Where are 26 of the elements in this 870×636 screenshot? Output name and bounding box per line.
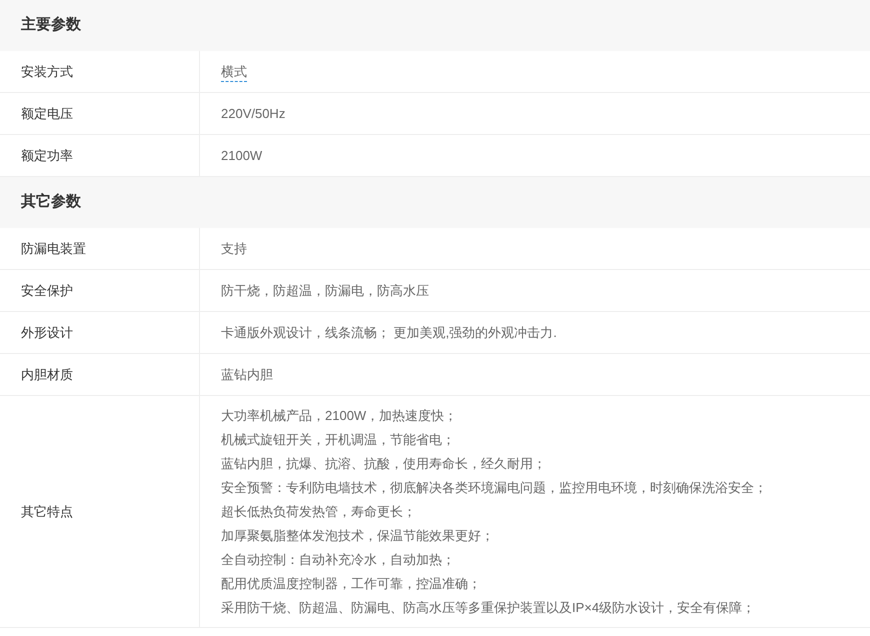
param-label: 其它特点	[21, 502, 73, 521]
param-value: 全自动控制：自动补充冷水，自动加热；	[221, 551, 456, 569]
section-title: 其它参数	[21, 192, 81, 212]
param-value: 配用优质温度控制器，工作可靠，控温准确；	[221, 575, 482, 593]
param-value: 220V/50Hz	[221, 105, 286, 123]
param-label: 内胆材质	[21, 366, 73, 384]
param-value: 超长低热负荷发热管，寿命更长；	[221, 503, 417, 521]
param-label: 外形设计	[21, 324, 73, 342]
param-label: 防漏电装置	[21, 240, 86, 258]
param-value: 2100W	[221, 147, 264, 165]
param-value: 蓝钻内胆，抗爆、抗溶、抗酸，使用寿命长，经久耐用；	[221, 455, 547, 473]
section-title: 主要参数	[21, 14, 81, 36]
param-value: 支持	[221, 240, 248, 258]
param-value: 机械式旋钮开关，开机调温，节能省电；	[221, 431, 456, 449]
param-value: 蓝钻内胆	[221, 366, 274, 384]
param-value: 防干烧，防超温，防漏电，防高水压	[221, 282, 430, 300]
param-value: 加厚聚氨脂整体发泡技术，保温节能效果更好；	[221, 527, 495, 545]
tooltip-term[interactable]: 横式	[221, 62, 247, 82]
param-label: 安装方式	[21, 62, 73, 81]
param-value: 安全预警：专利防电墙技术，彻底解决各类环境漏电问题，监控用电环境，时刻确保洗浴安全；	[221, 479, 768, 497]
param-value: 采用防干烧、防超温、防漏电、防高水压等多重保护装置以及IP×4级防水设计，安全有保障；	[221, 599, 756, 617]
param-label: 额定电压	[21, 104, 73, 123]
param-value: 卡通版外观设计，线条流畅； 更加美观,强劲的外观冲击力.	[221, 324, 558, 342]
param-label: 安全保护	[21, 282, 73, 300]
param-value: 大功率机械产品，2100W，加热速度快；	[221, 407, 458, 425]
param-label: 额定功率	[21, 146, 73, 165]
